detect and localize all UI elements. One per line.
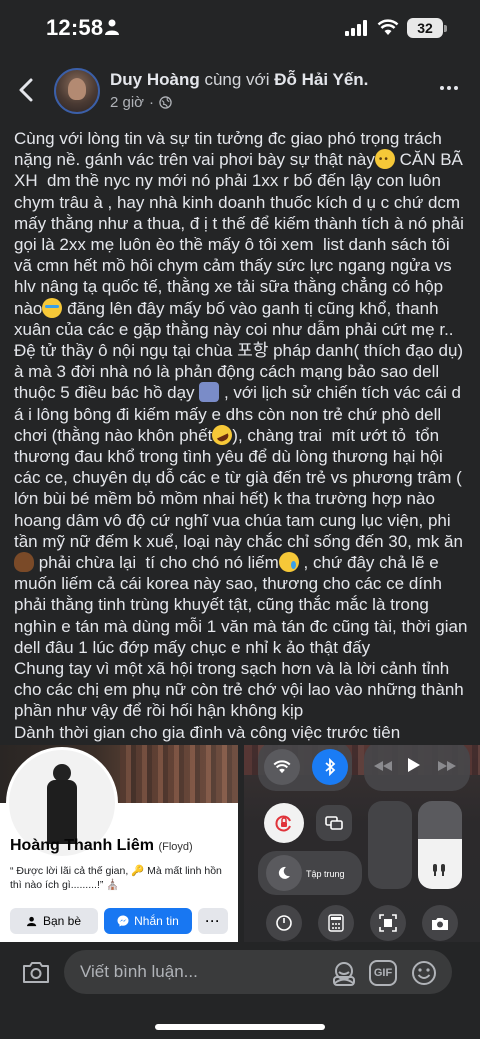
- focus-label: Tập trung: [306, 869, 345, 879]
- airpods-icon: [433, 864, 445, 876]
- forward-icon: [438, 761, 456, 771]
- bluetooth-icon: [312, 749, 348, 785]
- post-paragraph: Cùng với lòng tin và sự tin tưởng đc gia…: [14, 128, 472, 340]
- profile-bio: “ Được lời lãi cả thế gian, 🔑 Mà mất lin…: [10, 865, 222, 891]
- back-button[interactable]: [14, 76, 40, 104]
- status-bar: 12:58 32: [0, 0, 480, 56]
- post-images[interactable]: Hoàng Thanh Liêm (Floyd) “ Được lời lãi …: [0, 745, 480, 942]
- comment-bar: Viết bình luận... GIF: [0, 942, 480, 1039]
- timer-icon: [266, 905, 302, 941]
- home-indicator: [155, 1024, 325, 1030]
- moon-icon: [266, 855, 302, 891]
- wifi-icon: [377, 19, 399, 35]
- shrug-emoji-icon: [199, 382, 220, 403]
- wifi-toggle-icon: [264, 749, 300, 785]
- qr-scanner-icon: [370, 905, 406, 941]
- tagged-name[interactable]: Đỗ Hải Yến.: [274, 70, 368, 89]
- emoji-icon[interactable]: [410, 959, 438, 987]
- with-text: cùng với: [204, 70, 270, 89]
- post-text: Cùng với lòng tin và sự tin tưởng đc gia…: [14, 128, 472, 743]
- brightness-slider: [368, 801, 412, 889]
- sad-emoji-icon: [278, 552, 299, 573]
- author-name[interactable]: Duy Hoàng: [110, 70, 200, 89]
- play-icon: [408, 758, 420, 772]
- post-meta: 2 giờ ·: [110, 94, 172, 111]
- post-header: Duy Hoàng cùng với Đỗ Hải Yến. 2 giờ ·: [0, 60, 480, 120]
- control-center-image[interactable]: Tập trung: [244, 745, 480, 942]
- post-paragraph: Dành thời gian cho gia đình và công việc…: [14, 722, 472, 743]
- post-text-run: Dành thời gian cho gia đình và công việc…: [14, 722, 401, 742]
- camera-icon[interactable]: [22, 960, 50, 984]
- gif-icon[interactable]: GIF: [369, 960, 397, 986]
- post-time[interactable]: 2 giờ: [110, 94, 144, 111]
- cry-emoji-icon: [42, 297, 63, 318]
- profile-nickname: (Floyd): [158, 841, 193, 853]
- globe-icon: [159, 96, 172, 109]
- message-button: Nhắn tin: [104, 908, 192, 934]
- more-options-icon[interactable]: [440, 86, 458, 90]
- post-text-run: phải chừa lại tí cho chó nó liếm: [34, 553, 279, 573]
- friend-icon: [26, 916, 37, 926]
- frown-emoji-icon: [374, 149, 395, 170]
- comment-placeholder: Viết bình luận...: [80, 962, 198, 981]
- post-text-run: CĂN BÃ XH dm thề nyc ny mới nó phải 1xx …: [14, 150, 469, 318]
- message-label: Nhắn tin: [134, 914, 179, 928]
- post-text-run: đăng lên đây mấy bố vào ganh tị cũng khổ…: [14, 298, 454, 339]
- camera-control-icon: [422, 905, 458, 941]
- calculator-icon: [318, 905, 354, 941]
- screen-mirror-icon: [316, 805, 352, 841]
- post-paragraph: Chung tay vì một xã hội trong sạch hơn v…: [14, 658, 472, 722]
- profile-name-text: Hoàng Thanh Liêm: [10, 837, 154, 854]
- friends-label: Bạn bè: [42, 914, 82, 928]
- author-avatar[interactable]: [54, 68, 100, 114]
- post-paragraph: Đệ tử thầy ô nội ngụ tại chùa 포항 pháp da…: [14, 340, 472, 658]
- signal-icon: [345, 20, 367, 36]
- post-text-run: Chung tay vì một xã hội trong sạch hơn v…: [14, 659, 469, 721]
- person-icon: [105, 19, 119, 35]
- profile-screenshot-image[interactable]: Hoàng Thanh Liêm (Floyd) “ Được lời lãi …: [0, 745, 238, 942]
- profile-name: Hoàng Thanh Liêm (Floyd): [10, 837, 193, 855]
- rotation-lock-icon: [264, 803, 304, 843]
- profile-more-button: ···: [198, 908, 228, 934]
- meta-separator: ·: [149, 94, 155, 111]
- rewind-icon: [374, 761, 392, 771]
- avatar-sticker-icon[interactable]: [330, 959, 358, 987]
- author-line: Duy Hoàng cùng với Đỗ Hải Yến.: [110, 70, 368, 90]
- friends-button: Bạn bè: [10, 908, 98, 934]
- battery-indicator: 32: [407, 18, 447, 38]
- poop-emoji-icon: [14, 552, 34, 573]
- comment-input[interactable]: Viết bình luận... GIF: [64, 950, 452, 994]
- status-time: 12:58: [46, 15, 104, 40]
- messenger-icon: [117, 915, 129, 927]
